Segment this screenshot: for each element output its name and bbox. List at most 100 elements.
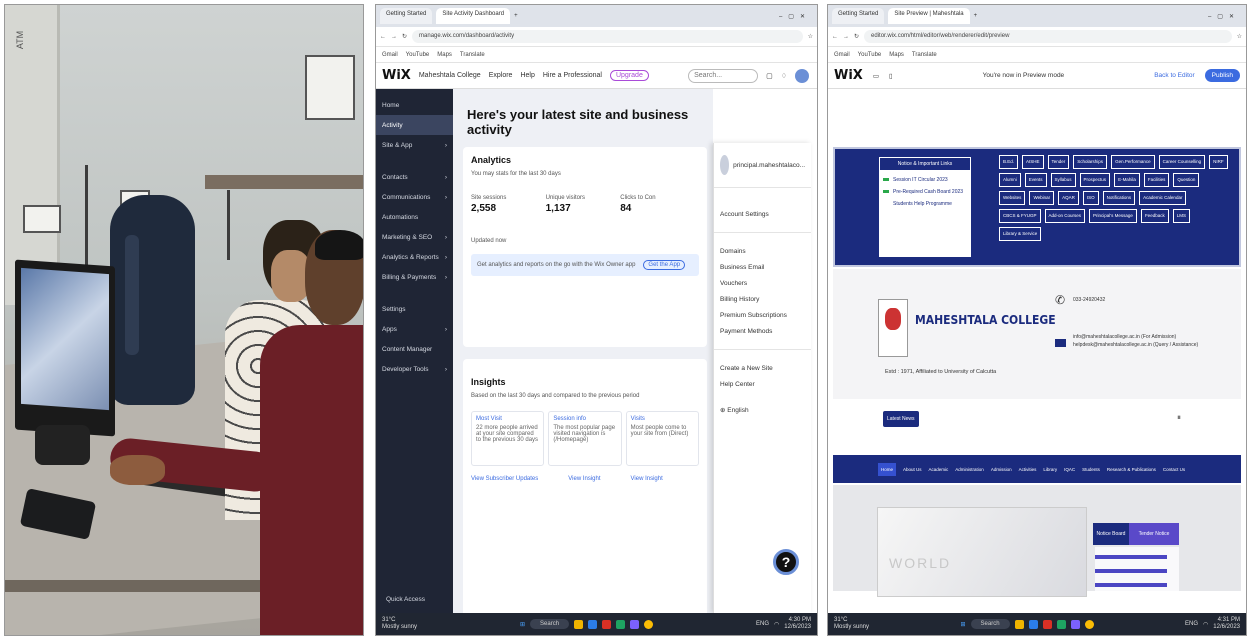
app-icon[interactable]: [616, 619, 626, 629]
quick-link[interactable]: AQAR: [1058, 191, 1079, 205]
tab-notice-board[interactable]: Notice Board: [1093, 523, 1129, 545]
sidebar-item-site-app[interactable]: Site & App ›: [376, 135, 453, 155]
star-icon[interactable]: ☆: [1237, 33, 1242, 40]
quick-link[interactable]: NIRF: [1209, 155, 1228, 169]
new-tab-icon[interactable]: +: [974, 13, 978, 19]
url-field[interactable]: manage.wix.com/dashboard/activity: [412, 30, 803, 43]
menu-item-premium-subscriptions[interactable]: Premium Subscriptions: [714, 307, 811, 323]
app-icon[interactable]: [1042, 619, 1052, 629]
menu-item-vouchers[interactable]: Vouchers: [714, 275, 811, 291]
quick-link[interactable]: Webinar: [1029, 191, 1055, 205]
star-icon[interactable]: ☆: [808, 33, 813, 40]
quick-link[interactable]: Syllabus: [1050, 173, 1076, 187]
taskbar-search[interactable]: Search: [530, 619, 570, 629]
menu-item-account-settings[interactable]: Account Settings: [714, 206, 811, 222]
account-header[interactable]: principal.maheshtalaco...: [714, 143, 811, 188]
quick-link[interactable]: Gen.Performance: [1111, 155, 1155, 169]
sidebar-item-apps[interactable]: Apps ›: [376, 319, 453, 339]
app-icon[interactable]: [1028, 619, 1038, 629]
upgrade-button[interactable]: Upgrade: [609, 70, 649, 81]
insight-cell[interactable]: Session info The most popular page visite…: [548, 411, 622, 466]
app-icon[interactable]: [630, 619, 640, 629]
app-icon[interactable]: [588, 619, 598, 629]
publish-button[interactable]: Publish: [1204, 69, 1240, 82]
nav-item[interactable]: Admission: [991, 467, 1012, 472]
mobile-view-icon[interactable]: ▯: [889, 72, 893, 80]
weather-widget[interactable]: 31°C Mostly sunny: [382, 617, 417, 631]
wix-logo[interactable]: WiX: [382, 68, 411, 83]
wifi-icon[interactable]: ◠: [1203, 621, 1208, 628]
notice-row[interactable]: [1095, 555, 1167, 559]
quick-link[interactable]: Principal's Message: [1089, 209, 1137, 223]
nav-item[interactable]: Research & Publications: [1107, 467, 1156, 472]
forward-icon[interactable]: →: [843, 34, 849, 40]
app-icon[interactable]: [1056, 619, 1066, 629]
sidebar-item-activity[interactable]: Activity: [376, 115, 453, 135]
notice-item[interactable]: Pre-Required Cash Board 2023: [879, 183, 971, 195]
app-icon[interactable]: [1014, 619, 1024, 629]
insight-link[interactable]: View Insight: [631, 476, 663, 482]
nav-item[interactable]: Contact Us: [1163, 467, 1185, 472]
desktop-view-icon[interactable]: ▭: [873, 72, 879, 80]
back-to-editor-link[interactable]: Back to Editor: [1154, 72, 1194, 79]
nav-item[interactable]: Students: [1082, 467, 1100, 472]
stat-clicks[interactable]: Clicks to Con 84: [620, 195, 693, 216]
sidebar-item-communications[interactable]: Communications ›: [376, 187, 453, 207]
quick-link[interactable]: Academic Calendar: [1139, 191, 1187, 205]
wix-logo[interactable]: WiX: [834, 68, 863, 83]
college-logo[interactable]: [878, 299, 908, 357]
sidebar-item-analytics[interactable]: Analytics & Reports ›: [376, 247, 453, 267]
hire-pro-link[interactable]: Hire a Professional: [543, 72, 602, 79]
chat-icon[interactable]: ▢: [766, 72, 773, 80]
start-icon[interactable]: ⊞: [520, 621, 525, 628]
bell-icon[interactable]: ♢: [781, 72, 787, 80]
menu-item-payment-methods[interactable]: Payment Methods: [714, 323, 811, 339]
language-indicator[interactable]: ENG: [1185, 621, 1198, 627]
sidebar-item-billing[interactable]: Billing & Payments ›: [376, 267, 453, 287]
wifi-icon[interactable]: ◠: [774, 621, 779, 628]
quick-link[interactable]: AISHE: [1022, 155, 1044, 169]
sidebar-item-content-manager[interactable]: Content Manager: [376, 339, 453, 359]
quick-access-button[interactable]: Quick Access: [386, 596, 425, 603]
nav-item[interactable]: About Us: [903, 467, 922, 472]
reload-icon[interactable]: ↻: [854, 33, 859, 40]
chrome-icon[interactable]: [1084, 619, 1094, 629]
menu-item-domains[interactable]: Domains: [714, 243, 811, 259]
language-selector[interactable]: ⊕ English: [714, 402, 811, 418]
nav-item[interactable]: Academic: [929, 467, 949, 472]
taskbar-search[interactable]: Search: [970, 619, 1010, 629]
app-icon[interactable]: [1070, 619, 1080, 629]
browser-tab[interactable]: Getting Started: [380, 8, 433, 24]
window-controls[interactable]: –▢✕: [779, 13, 817, 20]
back-icon[interactable]: ←: [832, 34, 838, 40]
quick-link[interactable]: Notifications: [1102, 191, 1136, 205]
ticker-control-icon[interactable]: ⏸: [1177, 413, 1181, 423]
quick-link[interactable]: Career Counselling: [1158, 155, 1206, 169]
menu-item-create-site[interactable]: Create a New Site: [714, 360, 811, 376]
help-button[interactable]: ?: [773, 549, 799, 575]
menu-item-billing-history[interactable]: Billing History: [714, 291, 811, 307]
menu-item-business-email[interactable]: Business Email: [714, 259, 811, 275]
bookmark-gmail[interactable]: Gmail: [834, 52, 850, 58]
help-menu[interactable]: Help: [520, 72, 534, 79]
language-indicator[interactable]: ENG: [756, 621, 769, 627]
bookmark-gmail[interactable]: Gmail: [382, 52, 398, 58]
app-icon[interactable]: [602, 619, 612, 629]
new-tab-icon[interactable]: +: [514, 13, 518, 19]
back-icon[interactable]: ←: [380, 34, 386, 40]
get-app-button[interactable]: Get the App: [643, 260, 686, 270]
stat-visitors[interactable]: Unique visitors 1,137: [546, 195, 619, 216]
chrome-icon[interactable]: [644, 619, 654, 629]
insight-link[interactable]: View Subscriber Updates: [471, 476, 538, 482]
nav-item[interactable]: Administration: [955, 467, 984, 472]
forward-icon[interactable]: →: [391, 34, 397, 40]
explore-menu[interactable]: Explore: [489, 72, 513, 79]
quick-link[interactable]: B.Ed.: [999, 155, 1019, 169]
quick-link[interactable]: Websites: [999, 191, 1026, 205]
quick-link[interactable]: Question: [1173, 173, 1200, 187]
quick-link[interactable]: E-Mahila: [1114, 173, 1140, 187]
nav-home[interactable]: Home: [878, 462, 897, 476]
browser-tab-active[interactable]: Site Preview | Maheshtala: [888, 8, 970, 24]
bookmark-youtube[interactable]: YouTube: [858, 52, 882, 58]
sidebar-item-developer-tools[interactable]: Developer Tools ›: [376, 359, 453, 379]
